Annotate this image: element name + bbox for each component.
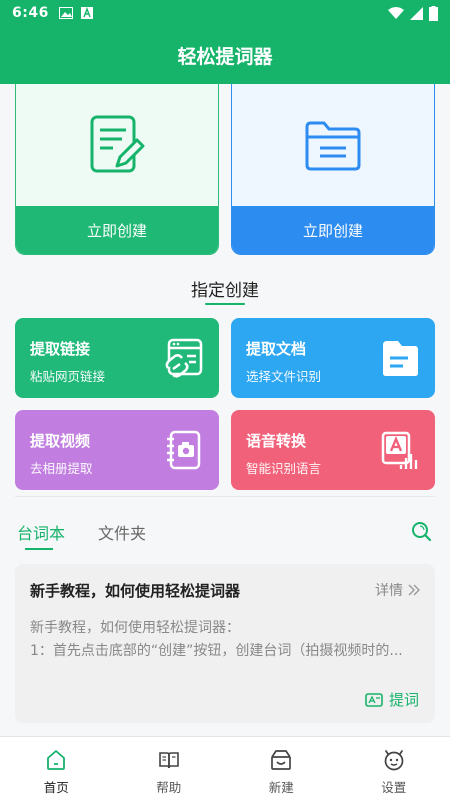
wifi-icon: [388, 6, 404, 19]
search-icon[interactable]: [410, 520, 432, 542]
battery-icon: [429, 5, 438, 21]
status-notification-icons: [58, 7, 93, 19]
link-icon: [165, 338, 203, 378]
extract-document-tile[interactable]: 提取文档 选择文件识别: [231, 318, 435, 398]
home-icon: [47, 750, 66, 770]
quick-create-card-folder[interactable]: 立即创建: [231, 84, 435, 255]
signal-icon: [410, 6, 423, 20]
edit-document-icon: [90, 115, 145, 173]
tutorial-title: 新手教程，如何使用轻松提词器: [30, 582, 241, 600]
status-time: 6:46: [12, 5, 49, 21]
extract-video-tile[interactable]: 提取视频 去相册提取: [15, 410, 219, 490]
image-notification-icon: [58, 7, 73, 19]
tutorial-preview-line: 新手教程，如何使用轻松提词器：: [30, 620, 240, 636]
document-icon: [383, 341, 418, 376]
nav-new[interactable]: 新建: [225, 737, 338, 801]
a-notification-icon: [80, 7, 93, 19]
quick-create-card-text[interactable]: 立即创建: [15, 84, 219, 255]
tab-scripts[interactable]: 台词本: [17, 520, 65, 544]
nav-settings[interactable]: 设置: [338, 737, 450, 801]
prompt-button[interactable]: 提词: [365, 689, 419, 710]
settings-face-icon: [384, 750, 404, 771]
book-icon: [158, 752, 179, 769]
add-box-icon: [271, 750, 292, 770]
tab-bar: 台词本 文件夹: [0, 514, 450, 550]
nav-home[interactable]: 首页: [0, 737, 113, 801]
card-illustration: [232, 84, 434, 206]
app-bar: 轻松提词器: [0, 26, 450, 84]
section-title: 指定创建: [191, 281, 259, 301]
status-bar: 6:46: [0, 0, 450, 26]
app-title: 轻松提词器: [177, 45, 273, 68]
nav-label: 新建: [268, 780, 294, 795]
prompt-button-label: 提词: [388, 691, 419, 709]
nav-label: 设置: [381, 780, 407, 795]
section-underline: [205, 303, 245, 305]
voice-convert-tile[interactable]: 语音转换 智能识别语言: [231, 410, 435, 490]
create-button[interactable]: 立即创建: [16, 206, 218, 254]
tutorial-card[interactable]: 新手教程，如何使用轻松提词器 详情 新手教程，如何使用轻松提词器： 1：首先点击…: [15, 564, 435, 723]
home-content: 立即创建 立即创建 指定创建 提取链接 粘贴网页链接 提取文档 选择文件识别 提…: [0, 84, 450, 736]
divider: [15, 496, 435, 497]
details-label: 详情: [375, 583, 403, 599]
tutorial-preview-line: 1：首先点击底部的“创建”按钮，创建台词（拍摄视频时的...: [30, 643, 403, 659]
tab-folders[interactable]: 文件夹: [98, 520, 146, 544]
double-chevron-right-icon: [408, 584, 420, 596]
nav-help[interactable]: 帮助: [113, 737, 226, 801]
details-link[interactable]: 详情: [375, 580, 421, 600]
extract-link-tile[interactable]: 提取链接 粘贴网页链接: [15, 318, 219, 398]
voice-to-text-icon: [381, 431, 418, 469]
create-button[interactable]: 立即创建: [232, 206, 434, 254]
active-tab-indicator: [25, 548, 53, 550]
nav-label: 帮助: [156, 780, 182, 795]
teleprompter-icon: [365, 692, 383, 707]
album-icon: [167, 430, 201, 470]
bottom-nav: 首页 帮助 新建 设置: [0, 736, 450, 801]
card-illustration: [16, 84, 218, 206]
folder-icon: [305, 121, 361, 171]
nav-label: 首页: [43, 780, 69, 795]
